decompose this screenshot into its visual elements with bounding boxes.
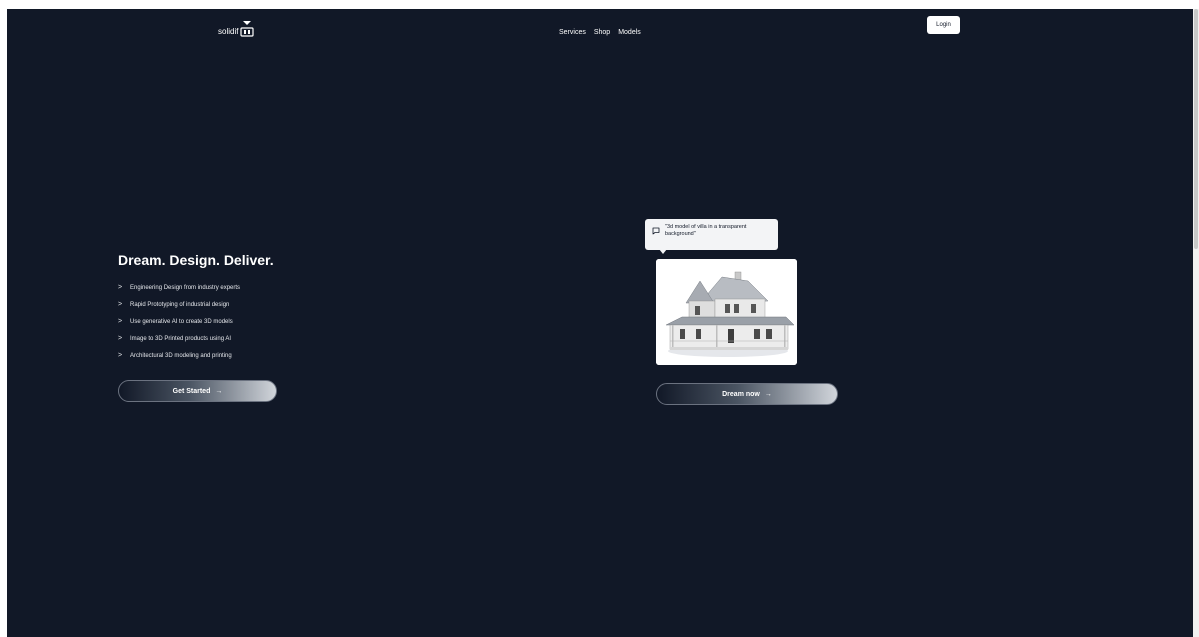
chevron-right-icon: >: [118, 318, 123, 325]
prompt-bubble: "3d model of villa in a transparent back…: [645, 219, 778, 250]
prompt-text: "3d model of villa in a transparent back…: [665, 224, 747, 237]
feature-text: Image to 3D Printed products using AI: [130, 335, 232, 342]
logo-mark-icon: [239, 21, 255, 37]
dream-now-label: Dream now: [722, 390, 760, 398]
chevron-right-icon: >: [118, 284, 123, 291]
nav-item-services[interactable]: Services: [559, 29, 586, 36]
list-item: > Rapid Prototyping of industrial design: [118, 296, 240, 313]
logo-text: solidif: [218, 27, 239, 36]
dream-now-button[interactable]: Dream now →: [656, 383, 838, 405]
chat-bubble-icon: [652, 227, 660, 238]
main-nav: Services Shop Models: [559, 29, 641, 36]
feature-list: > Engineering Design from industry expert…: [118, 279, 240, 364]
nav-item-shop[interactable]: Shop: [594, 29, 610, 36]
feature-text: Use generative AI to create 3D models: [130, 318, 233, 325]
chevron-right-icon: >: [118, 335, 123, 342]
feature-text: Rapid Prototyping of industrial design: [130, 301, 230, 308]
logo[interactable]: solidif: [218, 19, 255, 37]
bubble-tail: [659, 249, 667, 254]
scrollbar-thumb[interactable]: [1194, 9, 1198, 249]
feature-text: Engineering Design from industry experts: [130, 284, 241, 291]
login-button[interactable]: Login: [927, 16, 960, 34]
list-item: > Use generative AI to create 3D models: [118, 313, 240, 330]
list-item: > Image to 3D Printed products using AI: [118, 330, 240, 347]
arrow-right-icon: →: [215, 387, 223, 395]
arrow-right-icon: →: [764, 390, 772, 398]
list-item: > Engineering Design from industry expert…: [118, 279, 240, 296]
nav-item-models[interactable]: Models: [618, 29, 641, 36]
chevron-right-icon: >: [118, 301, 123, 308]
generated-house-image: [656, 259, 797, 365]
page: solidif Services Shop Models Login Dream…: [7, 9, 1193, 637]
get-started-label: Get Started: [172, 387, 211, 395]
list-item: > Architectural 3D modeling and printing: [118, 347, 240, 364]
chevron-right-icon: >: [118, 352, 123, 359]
hero-headline: Dream. Design. Deliver.: [118, 252, 274, 268]
feature-text: Architectural 3D modeling and printing: [130, 352, 232, 359]
get-started-button[interactable]: Get Started →: [118, 380, 277, 402]
